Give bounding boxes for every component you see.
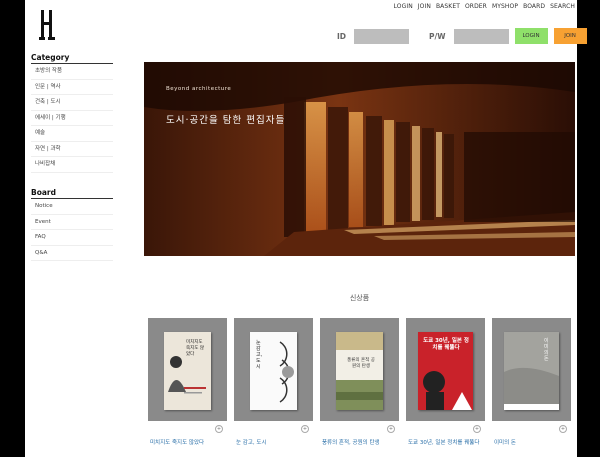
book-cover: 풍류의 흔적 공원의 탄생 [336, 332, 383, 410]
category-item[interactable]: 건축 | 도시 [31, 95, 113, 111]
id-input[interactable] [354, 28, 410, 44]
cover-title: 눈 감고, 도시 [256, 340, 263, 370]
product-card[interactable]: 눈 감고, 도시 + 눈 감고, 도시 [234, 318, 313, 446]
product-card[interactable]: 이미의 돈 + 이미의 돈 [492, 318, 571, 446]
login-form: ID P/W LOGIN JOIN [337, 28, 587, 44]
category-title: Category [31, 53, 113, 64]
product-card[interactable]: 미치지도 죽지도 않았다 + 미치지도 죽지도 않았다 [148, 318, 227, 446]
product-thumbnail[interactable]: 도쿄 30년, 일본 정치를 꿰뚫다 [406, 318, 485, 421]
product-name[interactable]: 이미의 돈 [494, 438, 516, 446]
logo[interactable] [39, 9, 55, 41]
category-item[interactable]: 에세이 | 기행 [31, 111, 113, 126]
cover-art [423, 371, 472, 410]
hero-subtitle: Beyond architecture [166, 86, 232, 92]
board-item-faq[interactable]: FAQ [31, 230, 113, 246]
category-item[interactable]: 자연 | 과학 [31, 142, 113, 157]
pw-input[interactable] [453, 28, 509, 44]
add-icon[interactable]: + [301, 425, 309, 433]
section-title: 신상품 [349, 294, 370, 302]
category-item[interactable]: 나비잡채 [31, 157, 113, 173]
hero-headline: 도시·공간을 탐한 편집자들 [166, 115, 286, 126]
product-thumbnail[interactable]: 미치지도 죽지도 않았다 [148, 318, 227, 421]
book-cover: 도쿄 30년, 일본 정치를 꿰뚫다 [418, 332, 473, 410]
nav-board[interactable]: BOARD [523, 3, 545, 10]
add-icon[interactable]: + [387, 425, 395, 433]
board-item-notice[interactable]: Notice [31, 199, 113, 215]
nav-basket[interactable]: BASKET [436, 3, 460, 10]
nav-join[interactable]: JOIN [418, 3, 431, 10]
product-thumbnail[interactable]: 풍류의 흔적 공원의 탄생 [320, 318, 399, 421]
pw-label: P/W [429, 31, 446, 41]
board-title: Board [31, 188, 113, 199]
page: LOGIN JOIN BASKET ORDER MYSHOP BOARD SEA… [25, 0, 587, 457]
nav-login[interactable]: LOGIN [394, 3, 413, 10]
category-item[interactable]: 인문 | 역사 [31, 80, 113, 95]
hero-banner[interactable]: Beyond architecture 도시·공간을 탐한 편집자들 [144, 62, 575, 256]
add-icon[interactable]: + [215, 425, 223, 433]
add-icon[interactable]: + [559, 425, 567, 433]
product-card[interactable]: 풍류의 흔적 공원의 탄생 + 풍류의 흔적, 공원의 탄생 [320, 318, 399, 446]
board-item-qna[interactable]: Q&A [31, 246, 113, 261]
product-thumbnail[interactable]: 이미의 돈 [492, 318, 571, 421]
cover-title: 풍류의 흔적 공원의 탄생 [347, 358, 375, 369]
board-menu: Board Notice Event FAQ Q&A [31, 188, 113, 261]
add-icon[interactable]: + [473, 425, 481, 433]
category-item[interactable]: 예술 [31, 126, 113, 142]
id-label: ID [337, 31, 347, 41]
book-cover: 이미의 돈 [504, 332, 559, 410]
join-button[interactable]: JOIN [553, 28, 587, 44]
book-cover: 미치지도 죽지도 않았다 [164, 332, 211, 410]
product-name[interactable]: 눈 감고, 도시 [236, 438, 267, 446]
product-thumbnail[interactable]: 눈 감고, 도시 [234, 318, 313, 421]
category-item[interactable]: 초방의 작품 [31, 64, 113, 80]
login-button[interactable]: LOGIN [514, 28, 548, 44]
cover-art [168, 356, 206, 394]
nav-myshop[interactable]: MYSHOP [492, 3, 518, 10]
category-menu: Category 초방의 작품 인문 | 역사 건축 | 도시 에세이 | 기행… [31, 53, 113, 173]
product-name[interactable]: 미치지도 죽지도 않았다 [150, 438, 204, 446]
book-cover: 눈 감고, 도시 [250, 332, 297, 410]
product-name[interactable]: 풍류의 흔적, 공원의 탄생 [322, 438, 380, 446]
nav-search[interactable]: SEARCH [550, 3, 575, 10]
cover-title: 이미의 돈 [544, 338, 549, 362]
top-nav: LOGIN JOIN BASKET ORDER MYSHOP BOARD SEA… [394, 3, 575, 10]
board-item-event[interactable]: Event [31, 215, 113, 230]
product-name[interactable]: 도쿄 30년, 일본 정치를 꿰뚫다 [408, 438, 479, 446]
product-card[interactable]: 도쿄 30년, 일본 정치를 꿰뚫다 + 도쿄 30년, 일본 정치를 꿰뚫다 [406, 318, 485, 446]
nav-order[interactable]: ORDER [465, 3, 487, 10]
cover-art [336, 332, 383, 410]
